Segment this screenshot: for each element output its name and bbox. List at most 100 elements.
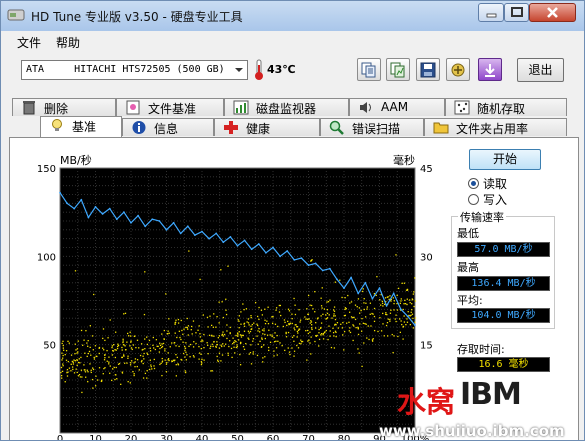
access-time-point xyxy=(252,353,254,355)
access-time-point xyxy=(344,308,346,311)
access-time-point xyxy=(289,322,292,324)
options-button[interactable] xyxy=(446,58,470,81)
access-time-point xyxy=(162,342,165,345)
y2-tick-label: 30 xyxy=(420,252,433,263)
save-button[interactable] xyxy=(416,58,440,81)
access-time-point xyxy=(261,346,263,348)
access-time-point xyxy=(308,318,310,320)
access-time-point xyxy=(262,333,264,335)
access-time-point xyxy=(161,374,163,377)
hdtune-window: HD Tune 专业版 v3.50 - 硬盘专业工具 文件 帮助 ATA HIT… xyxy=(0,0,585,441)
access-time-point xyxy=(79,362,81,364)
tab-label: 文件夹占用率 xyxy=(456,122,529,136)
access-time-point xyxy=(86,355,88,358)
tab-info[interactable]: 信息 xyxy=(122,118,214,136)
access-time-point xyxy=(293,297,295,300)
ylabel-left: MB/秒 xyxy=(60,153,92,167)
menu-file[interactable]: 文件 xyxy=(17,34,41,51)
access-time-point xyxy=(138,347,140,349)
close-button[interactable] xyxy=(529,3,576,22)
access-time-point xyxy=(240,311,242,313)
access-time-point xyxy=(103,349,105,351)
access-time-point xyxy=(239,353,241,356)
access-time-point xyxy=(363,302,365,304)
tab-aam[interactable]: AAM xyxy=(349,98,445,116)
access-time-point xyxy=(359,323,361,325)
access-time-point xyxy=(139,354,142,357)
access-time-point xyxy=(379,299,381,301)
access-time-point xyxy=(149,350,152,352)
access-time-point xyxy=(249,352,252,354)
access-time-point xyxy=(199,336,202,338)
transfer-rate-point xyxy=(250,248,253,251)
access-time-point xyxy=(147,353,149,356)
copy-text-button[interactable] xyxy=(357,58,381,81)
access-time-point xyxy=(364,322,366,325)
access-time-point xyxy=(216,316,218,318)
access-time-point xyxy=(74,343,76,345)
access-time-point xyxy=(309,304,311,306)
exit-button[interactable]: 退出 xyxy=(517,58,564,82)
drive-select[interactable]: ATA HITACHI HTS72505 (500 GB) xyxy=(21,60,248,80)
access-time-point xyxy=(307,294,310,297)
tab-benchmark[interactable]: 基准 xyxy=(40,116,122,137)
access-time-point xyxy=(321,307,323,309)
access-time-point xyxy=(307,332,310,335)
access-time-point xyxy=(298,309,300,311)
access-time-point xyxy=(70,354,73,356)
access-time-point xyxy=(413,291,415,293)
access-time-point xyxy=(129,364,132,366)
access-time-point xyxy=(363,342,365,344)
access-time-point xyxy=(92,387,94,389)
menu-help[interactable]: 帮助 xyxy=(56,34,80,51)
access-time-point xyxy=(402,338,404,340)
access-time-point xyxy=(288,323,290,325)
access-time-point xyxy=(220,360,222,362)
access-time-point xyxy=(211,370,213,372)
start-button[interactable]: 开始 xyxy=(469,149,541,170)
access-time-point xyxy=(89,363,91,365)
tab-erase[interactable]: 删除 xyxy=(12,98,116,116)
access-time-point xyxy=(268,349,270,352)
access-time-point xyxy=(328,325,330,327)
access-time-point xyxy=(237,335,239,337)
access-time-point xyxy=(124,345,126,347)
tab-file-benchmark[interactable]: 文件基准 xyxy=(116,98,224,116)
tab-error-scan[interactable]: 错误扫描 xyxy=(320,118,424,136)
access-time-point xyxy=(175,353,177,356)
access-time-point xyxy=(92,368,95,371)
read-radio[interactable] xyxy=(468,178,479,189)
tab-folder-usage[interactable]: 文件夹占用率 xyxy=(424,118,567,136)
tab-random-access[interactable]: 随机存取 xyxy=(445,98,567,116)
tab-disk-monitor[interactable]: 磁盘监视器 xyxy=(224,98,349,116)
x-tick-label: 0 xyxy=(57,434,63,441)
title-bar: HD Tune 专业版 v3.50 - 硬盘专业工具 xyxy=(1,1,584,31)
access-time-point xyxy=(76,364,78,366)
access-time-point xyxy=(320,315,322,317)
access-time-point xyxy=(66,369,69,371)
minimize-button[interactable] xyxy=(478,3,504,22)
maximize-button[interactable] xyxy=(504,3,529,22)
write-radio[interactable] xyxy=(468,194,479,205)
access-time-point xyxy=(353,325,355,327)
access-time-point xyxy=(248,324,250,326)
access-time-point xyxy=(113,344,115,346)
access-time-point xyxy=(344,297,346,299)
access-time-point xyxy=(114,348,116,351)
access-time-point xyxy=(274,332,276,334)
access-time-point xyxy=(252,340,254,342)
info-icon xyxy=(132,121,146,134)
download-button[interactable] xyxy=(478,58,502,81)
access-time-point xyxy=(396,309,399,311)
access-time-point xyxy=(341,296,343,299)
x-tick-label: 40 xyxy=(196,434,209,441)
access-time-point xyxy=(154,348,157,351)
tab-health[interactable]: 健康 xyxy=(214,118,320,136)
copy-chart-button[interactable] xyxy=(386,58,410,81)
access-time-point xyxy=(129,345,131,347)
maximize-icon xyxy=(511,7,523,17)
access-time-point xyxy=(95,375,97,377)
access-time-point xyxy=(91,335,94,337)
access-time-point xyxy=(126,341,128,343)
access-time-point xyxy=(62,344,64,347)
